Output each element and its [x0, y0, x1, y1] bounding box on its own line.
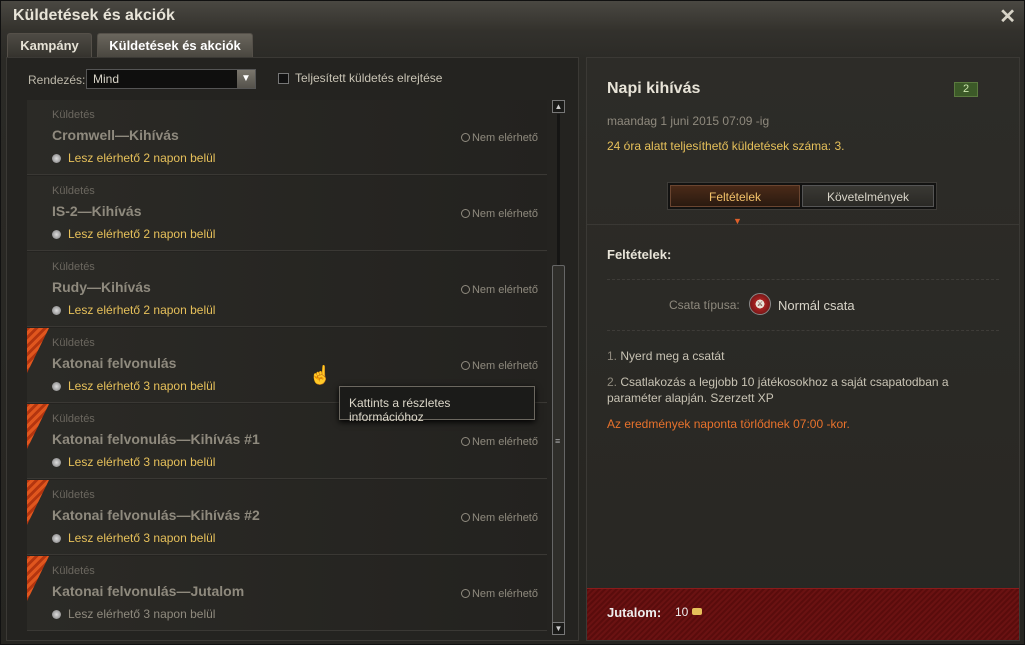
- list-item[interactable]: Küldetés Katonai felvonulás—Kihívás #2 L…: [27, 480, 547, 555]
- battle-type-icon: ⚔: [749, 293, 771, 315]
- mission-status: Nem elérhető: [460, 360, 538, 372]
- mission-status: Nem elérhető: [460, 588, 538, 600]
- clock-icon: [52, 610, 61, 619]
- title-bar: Küldetések és akciók ✕: [1, 1, 1024, 31]
- filter-bar: Rendezés: Mind ▼ Teljesített küldetés el…: [7, 58, 578, 96]
- scroll-up-icon[interactable]: ▲: [552, 100, 565, 113]
- sort-label: Rendezés:: [28, 73, 86, 87]
- list-item[interactable]: Küldetés Katonai felvonulás—Jutalom Lesz…: [27, 556, 547, 631]
- unavailable-icon: [460, 589, 470, 598]
- active-indicator-icon: ▼: [733, 216, 742, 226]
- event-flag-icon: [27, 404, 49, 449]
- clock-icon: [52, 230, 61, 239]
- mission-name: Katonai felvonulás: [52, 355, 177, 371]
- detail-date: maandag 1 juni 2015 07:09 -ig: [607, 114, 770, 128]
- tab-conditions[interactable]: Feltételek ▼: [670, 185, 800, 226]
- event-flag-icon: [27, 480, 49, 525]
- mission-list-panel: Rendezés: Mind ▼ Teljesített küldetés el…: [6, 57, 579, 641]
- detail-tab-toggle: Feltételek ▼ Követelmények: [667, 182, 937, 226]
- gold-coin-icon: [692, 608, 703, 615]
- unavailable-icon: [460, 361, 470, 370]
- hide-completed-checkbox[interactable]: [278, 73, 289, 84]
- event-flag-icon: [27, 556, 49, 601]
- unavailable-icon: [460, 437, 470, 446]
- count-badge: 2: [954, 82, 978, 97]
- mission-type: Küldetés: [52, 337, 95, 349]
- mission-type: Küldetés: [52, 565, 95, 577]
- unavailable-icon: [460, 513, 470, 522]
- mission-availability: Lesz elérhető 3 napon belül: [52, 379, 215, 393]
- condition-item: 2. Csatlakozás a legjobb 10 játékosokhoz…: [607, 375, 949, 405]
- mission-availability: Lesz elérhető 3 napon belül: [52, 455, 215, 469]
- mission-name: Katonai felvonulás—Kihívás #1: [52, 431, 260, 447]
- tab-requirements[interactable]: Követelmények: [802, 185, 934, 207]
- reward-label: Jutalom:: [607, 605, 662, 620]
- unavailable-icon: [460, 209, 470, 218]
- list-item[interactable]: Küldetés IS-2—Kihívás Lesz elérhető 2 na…: [27, 176, 547, 251]
- hand-cursor-icon: ☝: [309, 365, 332, 385]
- scroll-thumb[interactable]: ≡: [552, 265, 565, 625]
- condition-item: 1. Nyerd meg a csatát: [607, 349, 725, 363]
- divider: [607, 330, 999, 331]
- mission-availability: Lesz elérhető 3 napon belül: [52, 607, 215, 621]
- tab-campaign[interactable]: Kampány: [7, 33, 92, 57]
- sort-value: Mind: [93, 72, 120, 86]
- battle-type-label: Csata típusa:: [669, 298, 740, 312]
- unavailable-icon: [460, 133, 470, 142]
- mission-type: Küldetés: [52, 261, 95, 273]
- mission-status: Nem elérhető: [460, 512, 538, 524]
- mission-type: Küldetés: [52, 489, 95, 501]
- window-title: Küldetések és akciók: [13, 7, 175, 24]
- mission-type: Küldetés: [52, 109, 95, 121]
- battle-type-value: Normál csata: [778, 298, 855, 313]
- unavailable-icon: [460, 285, 470, 294]
- mission-name: Rudy—Kihívás: [52, 279, 151, 295]
- mission-detail-panel: Napi kihívás 2 maandag 1 juni 2015 07:09…: [586, 57, 1020, 641]
- mission-name: IS-2—Kihívás: [52, 203, 142, 219]
- mission-type: Küldetés: [52, 413, 95, 425]
- reward-value: 10: [675, 605, 703, 619]
- clock-icon: [52, 306, 61, 315]
- section-title: Feltételek:: [607, 247, 672, 262]
- clock-icon: [52, 534, 61, 543]
- clock-icon: [52, 154, 61, 163]
- mission-availability: Lesz elérhető 2 napon belül: [52, 227, 215, 241]
- mission-availability: Lesz elérhető 2 napon belül: [52, 151, 215, 165]
- grip-icon: ≡: [555, 436, 561, 446]
- clock-icon: [52, 458, 61, 467]
- mission-list: Küldetés Cromwell—Kihívás Lesz elérhető …: [27, 100, 547, 638]
- mission-status: Nem elérhető: [460, 132, 538, 144]
- list-item[interactable]: Küldetés Cromwell—Kihívás Lesz elérhető …: [27, 100, 547, 175]
- mission-status: Nem elérhető: [460, 284, 538, 296]
- mission-name: Katonai felvonulás—Jutalom: [52, 583, 245, 599]
- clock-icon: [52, 382, 61, 391]
- mission-name: Katonai felvonulás—Kihívás #2: [52, 507, 260, 523]
- chevron-down-icon[interactable]: ▼: [237, 70, 255, 88]
- reward-bar: Jutalom: 10: [587, 588, 1019, 640]
- event-flag-icon: [27, 328, 49, 373]
- list-item[interactable]: Küldetés Rudy—Kihívás Lesz elérhető 2 na…: [27, 252, 547, 327]
- tooltip: Kattints a részletes információhoz: [339, 386, 535, 424]
- detail-count: 24 óra alatt teljesíthető küldetések szá…: [607, 139, 845, 153]
- reset-note: Az eredmények naponta törlődnek 07:00 -k…: [607, 417, 850, 431]
- sort-dropdown[interactable]: Mind ▼: [86, 69, 256, 89]
- missions-window: Küldetések és akciók ✕ Kampány Küldetése…: [0, 0, 1025, 645]
- mission-name: Cromwell—Kihívás: [52, 127, 179, 143]
- mission-type: Küldetés: [52, 185, 95, 197]
- close-icon[interactable]: ✕: [999, 4, 1016, 29]
- mission-availability: Lesz elérhető 2 napon belül: [52, 303, 215, 317]
- tab-missions[interactable]: Küldetések és akciók: [97, 33, 253, 57]
- detail-title: Napi kihívás: [607, 80, 701, 97]
- mission-availability: Lesz elérhető 3 napon belül: [52, 531, 215, 545]
- hide-completed-label[interactable]: Teljesített küldetés elrejtése: [295, 71, 442, 85]
- divider: [587, 224, 1019, 225]
- mission-status: Nem elérhető: [460, 436, 538, 448]
- divider: [607, 279, 999, 280]
- scrollbar[interactable]: ▲ ≡ ▼: [552, 100, 566, 636]
- mission-status: Nem elérhető: [460, 208, 538, 220]
- scroll-down-icon[interactable]: ▼: [552, 622, 565, 635]
